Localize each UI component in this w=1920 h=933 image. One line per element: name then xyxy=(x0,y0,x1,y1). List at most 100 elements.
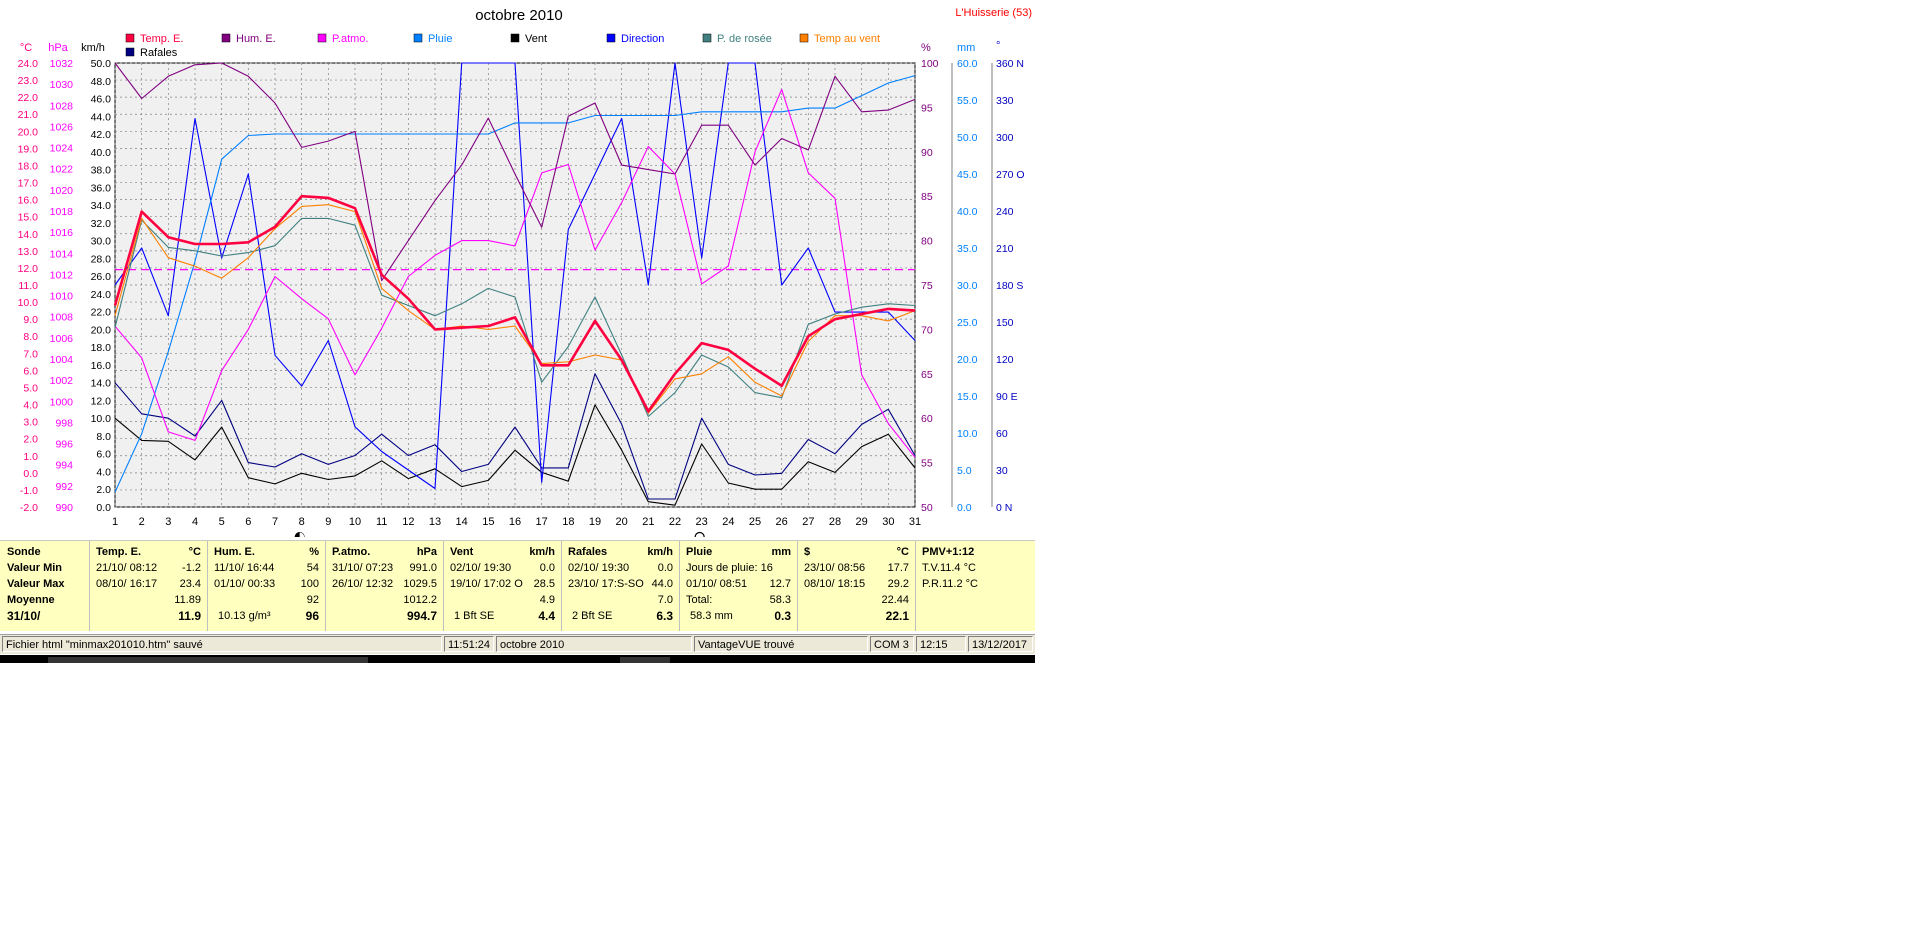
direction-tick-label: 60 xyxy=(996,428,1008,440)
wind-tick-label: 22.0 xyxy=(91,307,112,319)
pressure-tick-label: 998 xyxy=(55,417,73,429)
x-tick-label: 10 xyxy=(349,516,361,528)
wind-tick-label: 4.0 xyxy=(96,466,111,478)
pressure-tick-label: 1008 xyxy=(50,312,74,324)
hum-max-value: 100 xyxy=(300,578,319,590)
hum-max-date: 01/10/ 00:33 xyxy=(214,578,276,590)
gust-min-value: 0.0 xyxy=(657,562,673,574)
pressure-tick-label: 1018 xyxy=(50,206,74,218)
humidity-tick-label: 50 xyxy=(921,502,933,514)
hum-min-date: 11/10/ 16:44 xyxy=(214,562,275,574)
pmv-tv: T.V.11.4 °C xyxy=(922,562,976,574)
rain-tick-label: 25.0 xyxy=(957,317,978,329)
wind-tick-label: 36.0 xyxy=(91,182,112,194)
direction-tick-label: 270 O xyxy=(996,169,1025,181)
direction-tick-label: 0 N xyxy=(996,502,1012,514)
pressure-tick-label: 1022 xyxy=(50,164,74,176)
direction-tick-label: 180 S xyxy=(996,280,1023,292)
stats-temp: Temp. E. °C 21/10/ 08:12 -1.2 08/10/ 16:… xyxy=(90,541,208,631)
wind-tick-label: 40.0 xyxy=(91,147,112,159)
pressure-unit-label: hPa xyxy=(48,42,68,54)
stats-gust: Rafales km/h 02/10/ 19:30 0.0 23/10/ 17:… xyxy=(562,541,680,631)
legend-swatch xyxy=(510,33,520,43)
pressure-tick-label: 1014 xyxy=(50,248,74,260)
legend-label: Rafales xyxy=(140,47,178,59)
press-unit: hPa xyxy=(416,546,437,558)
wind-tick-label: 42.0 xyxy=(91,129,112,141)
temp-tick-label: 1.0 xyxy=(23,451,38,463)
status-time: 11:51:24 xyxy=(444,636,494,652)
legend-label: Hum. E. xyxy=(236,33,276,45)
pmv-pr: P.R.11.2 °C xyxy=(922,578,978,590)
temp-tick-label: 21.0 xyxy=(18,109,39,121)
temp-tick-label: -1.0 xyxy=(20,485,38,497)
wind-average: 4.9 xyxy=(539,594,555,606)
wind-tick-label: 2.0 xyxy=(96,484,111,496)
pressure-tick-label: 1030 xyxy=(50,79,74,91)
temp-tick-label: 23.0 xyxy=(18,75,39,87)
press-min-date: 31/10/ 07:23 xyxy=(332,562,394,574)
x-tick-label: 16 xyxy=(509,516,521,528)
temp-tick-label: 8.0 xyxy=(23,331,38,343)
x-tick-label: 30 xyxy=(882,516,894,528)
rain-max-value: 12.7 xyxy=(769,578,791,590)
gust-unit: km/h xyxy=(647,546,673,558)
humidity-tick-label: 65 xyxy=(921,369,933,381)
direction-tick-label: 240 xyxy=(996,206,1014,218)
rain-tick-label: 45.0 xyxy=(957,169,978,181)
temp-max-value: 23.4 xyxy=(179,578,201,590)
temp-tick-label: 11.0 xyxy=(18,280,38,292)
legend-item: Rafales xyxy=(125,47,178,59)
direction-unit-label: ° xyxy=(996,40,1000,52)
temp-min-value: -1.2 xyxy=(182,562,201,574)
status-file: Fichier html "minmax201010.htm" sauvé xyxy=(2,636,442,652)
humidity-tick-label: 100 xyxy=(921,58,939,70)
rain-tick-label: 0.0 xyxy=(957,502,972,514)
stats-wind: Vent km/h 02/10/ 19:30 0.0 19/10/ 17:02 … xyxy=(444,541,562,631)
temp-tick-label: 5.0 xyxy=(23,382,38,394)
pmv-title: PMV+1:12 xyxy=(922,546,975,558)
rain-tick-label: 15.0 xyxy=(957,391,978,403)
temp-tick-label: 2.0 xyxy=(23,434,38,446)
x-tick-label: 9 xyxy=(325,516,331,528)
rain-tick-label: 40.0 xyxy=(957,206,978,218)
pressure-tick-label: 1026 xyxy=(50,121,74,133)
rain-current: 0.3 xyxy=(774,609,791,623)
wind-tick-label: 24.0 xyxy=(91,289,112,301)
dollar-unit: °C xyxy=(896,546,909,558)
x-tick-label: 19 xyxy=(589,516,601,528)
temp-tick-label: 3.0 xyxy=(23,417,38,429)
press-current: 994.7 xyxy=(406,609,437,623)
legend-label: Temp. E. xyxy=(140,33,183,45)
hum-current: 96 xyxy=(305,609,319,623)
pressure-tick-label: 994 xyxy=(55,460,73,472)
rowlabel-header: Sonde xyxy=(7,546,41,558)
dollar-min-value: 17.7 xyxy=(887,562,909,574)
pressure-tick-label: 992 xyxy=(55,481,73,493)
rain-tick-label: 30.0 xyxy=(957,280,978,292)
x-tick-label: 25 xyxy=(749,516,761,528)
press-title: P.atmo. xyxy=(332,546,371,558)
humidity-tick-label: 75 xyxy=(921,280,933,292)
x-tick-label: 22 xyxy=(669,516,681,528)
full-moon-icon xyxy=(694,531,705,537)
wind-tick-label: 20.0 xyxy=(91,324,112,336)
temp-min-date: 21/10/ 08:12 xyxy=(96,562,158,574)
stats-humidity: Hum. E. % 11/10/ 16:44 54 01/10/ 00:33 1… xyxy=(208,541,326,631)
legend-swatch xyxy=(221,33,231,43)
rain-tick-label: 50.0 xyxy=(957,132,978,144)
rain-tick-label: 5.0 xyxy=(957,465,972,477)
status-port: COM 3 xyxy=(870,636,914,652)
rain-tick-label: 60.0 xyxy=(957,58,978,70)
wind-tick-label: 30.0 xyxy=(91,236,112,248)
wind-current: 4.4 xyxy=(538,609,555,623)
legend-item: Direction xyxy=(606,33,664,45)
legend-label: Temp au vent xyxy=(814,33,880,45)
hum-unit: % xyxy=(309,546,319,558)
taskbar-strip xyxy=(0,655,1035,663)
wind-beaufort: 1 Bft SE xyxy=(454,610,495,622)
x-axis: 1 2 3 4 5 6 7 8 9 10 11 12 13 14 15 16 17 18 19 20 21 22 23 24 2… xyxy=(112,516,921,528)
moon-phases xyxy=(294,531,705,537)
temp-tick-label: 14.0 xyxy=(18,229,39,241)
wind-min-date: 02/10/ 19:30 xyxy=(450,562,512,574)
